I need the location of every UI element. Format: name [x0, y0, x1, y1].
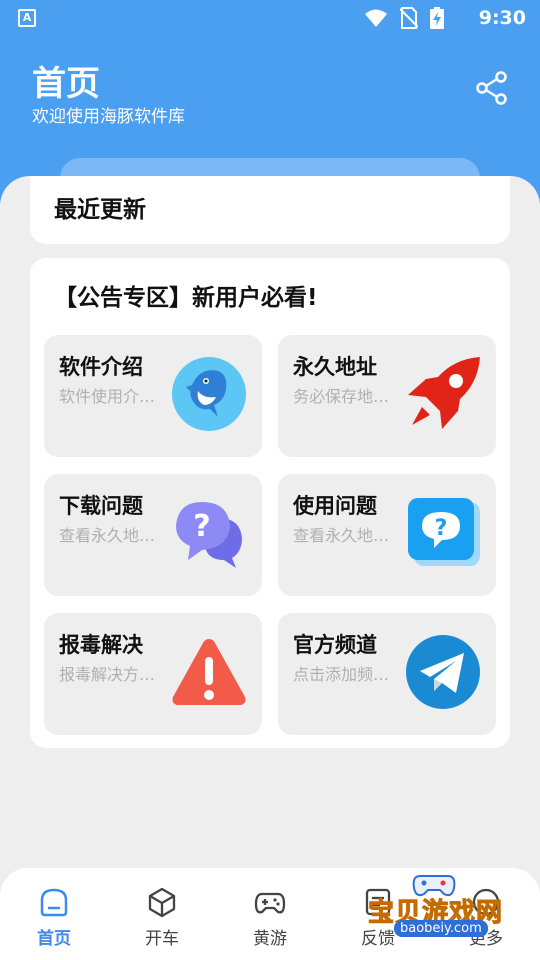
- share-icon: [476, 71, 507, 105]
- warning-icon: [172, 639, 246, 705]
- status-bar: A 9:30: [0, 0, 540, 36]
- nav-item-games[interactable]: 黄游: [230, 886, 310, 952]
- gamepad-icon: [254, 892, 286, 914]
- rocket-icon: [408, 357, 480, 429]
- telegram-icon: [406, 635, 480, 709]
- notice-card: 【公告专区】新用户必看! 软件介绍 软件使用介… 永久地址 务必保存地… 下载问…: [30, 258, 510, 748]
- nav-label: 首页: [37, 929, 71, 949]
- watermark: 宝贝游戏网 baobeiy.com: [360, 870, 520, 950]
- recent-updates-card[interactable]: 最近更新: [30, 176, 510, 244]
- watermark-url: baobeiy.com: [394, 920, 488, 937]
- app-notification-icon: A: [18, 9, 36, 27]
- page-subtitle: 欢迎使用海豚软件库: [32, 107, 185, 127]
- notice-title: 【公告专区】新用户必看!: [54, 285, 318, 311]
- tile-software-intro[interactable]: 软件介绍 软件使用介…: [44, 335, 262, 457]
- nav-item-drive[interactable]: 开车: [122, 886, 202, 952]
- svg-text:?: ?: [193, 509, 210, 544]
- wifi-icon: [365, 9, 387, 27]
- recent-updates-title: 最近更新: [54, 197, 146, 223]
- nav-item-home[interactable]: 首页: [14, 886, 94, 952]
- tile-official-channel[interactable]: 官方频道 点击添加频…: [278, 613, 496, 735]
- tile-title: 软件介绍: [59, 355, 143, 379]
- tile-download-issues[interactable]: 下载问题 查看永久地… ?: [44, 474, 262, 596]
- battery-charging-icon: [430, 7, 444, 29]
- tile-desc: 软件使用介…: [59, 387, 156, 406]
- nav-label: 开车: [145, 929, 179, 949]
- tile-title: 官方频道: [293, 633, 377, 657]
- tile-desc: 务必保存地…: [293, 387, 390, 406]
- tile-title: 报毒解决: [59, 633, 143, 657]
- share-button[interactable]: [470, 66, 514, 110]
- svg-text:?: ?: [435, 516, 448, 541]
- dolphin-icon: [172, 357, 246, 431]
- tile-usage-issues[interactable]: 使用问题 查看永久地… ?: [278, 474, 496, 596]
- tile-title: 下载问题: [59, 494, 143, 518]
- tile-desc: 查看永久地…: [293, 526, 390, 545]
- page-title: 首页: [32, 64, 100, 104]
- no-sim-icon: [400, 7, 418, 29]
- cube-icon: [148, 887, 176, 918]
- tile-title: 使用问题: [293, 494, 377, 518]
- tile-title: 永久地址: [293, 355, 377, 379]
- question-bubble-icon: ?: [408, 498, 480, 566]
- tile-desc: 点击添加频…: [293, 665, 390, 684]
- question-chat-icon: ?: [176, 502, 242, 568]
- nav-label: 黄游: [253, 929, 287, 949]
- status-time: 9:30: [478, 7, 526, 29]
- tile-desc: 报毒解决方…: [59, 665, 156, 684]
- home-icon: [40, 888, 68, 917]
- tile-desc: 查看永久地…: [59, 526, 156, 545]
- tile-permanent-address[interactable]: 永久地址 务必保存地…: [278, 335, 496, 457]
- tile-virus-report[interactable]: 报毒解决 报毒解决方…: [44, 613, 262, 735]
